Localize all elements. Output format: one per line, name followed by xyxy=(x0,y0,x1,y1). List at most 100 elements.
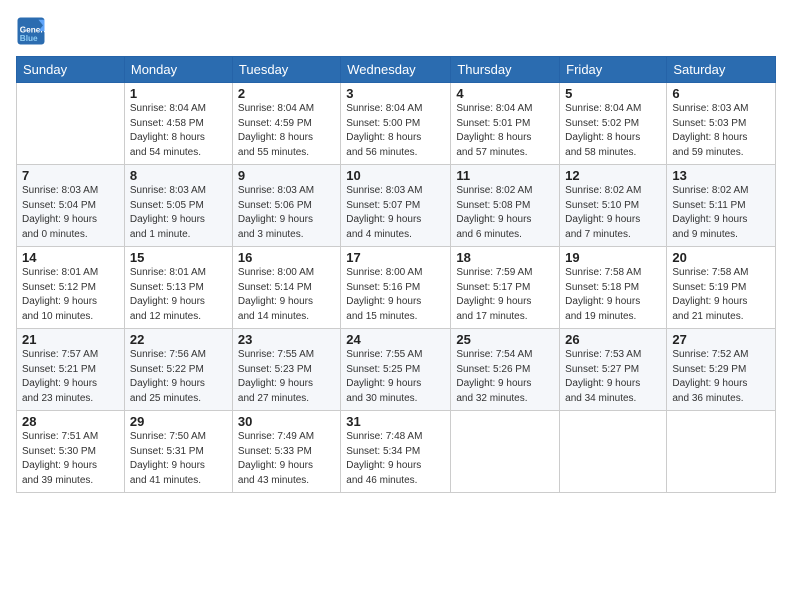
calendar-cell: 5Sunrise: 8:04 AMSunset: 5:02 PMDaylight… xyxy=(560,83,667,165)
day-info: Sunrise: 7:58 AMSunset: 5:19 PMDaylight:… xyxy=(672,266,770,324)
calendar-week-4: 21Sunrise: 7:57 AMSunset: 5:21 PMDayligh… xyxy=(17,329,776,411)
calendar-cell: 21Sunrise: 7:57 AMSunset: 5:21 PMDayligh… xyxy=(17,329,125,411)
calendar-cell: 8Sunrise: 8:03 AMSunset: 5:05 PMDaylight… xyxy=(124,165,232,247)
day-info: Sunrise: 7:52 AMSunset: 5:29 PMDaylight:… xyxy=(672,348,770,406)
calendar-cell: 9Sunrise: 8:03 AMSunset: 5:06 PMDaylight… xyxy=(232,165,340,247)
day-number: 8 xyxy=(130,168,227,183)
day-info: Sunrise: 8:00 AMSunset: 5:16 PMDaylight:… xyxy=(346,266,445,324)
calendar-cell: 31Sunrise: 7:48 AMSunset: 5:34 PMDayligh… xyxy=(341,411,451,493)
page: General Blue SundayMondayTuesdayWednesda… xyxy=(0,0,792,612)
day-number: 26 xyxy=(565,332,661,347)
calendar-cell: 1Sunrise: 8:04 AMSunset: 4:58 PMDaylight… xyxy=(124,83,232,165)
day-number: 12 xyxy=(565,168,661,183)
day-number: 15 xyxy=(130,250,227,265)
calendar-week-1: 1Sunrise: 8:04 AMSunset: 4:58 PMDaylight… xyxy=(17,83,776,165)
calendar-cell: 25Sunrise: 7:54 AMSunset: 5:26 PMDayligh… xyxy=(451,329,560,411)
calendar-cell xyxy=(667,411,776,493)
calendar-cell: 20Sunrise: 7:58 AMSunset: 5:19 PMDayligh… xyxy=(667,247,776,329)
column-header-thursday: Thursday xyxy=(451,57,560,83)
column-header-sunday: Sunday xyxy=(17,57,125,83)
calendar-cell: 24Sunrise: 7:55 AMSunset: 5:25 PMDayligh… xyxy=(341,329,451,411)
day-number: 3 xyxy=(346,86,445,101)
calendar-cell: 15Sunrise: 8:01 AMSunset: 5:13 PMDayligh… xyxy=(124,247,232,329)
day-number: 19 xyxy=(565,250,661,265)
day-number: 1 xyxy=(130,86,227,101)
header: General Blue xyxy=(16,16,776,46)
day-number: 7 xyxy=(22,168,119,183)
day-number: 10 xyxy=(346,168,445,183)
day-info: Sunrise: 8:01 AMSunset: 5:13 PMDaylight:… xyxy=(130,266,227,324)
calendar-cell: 14Sunrise: 8:01 AMSunset: 5:12 PMDayligh… xyxy=(17,247,125,329)
calendar-cell: 10Sunrise: 8:03 AMSunset: 5:07 PMDayligh… xyxy=(341,165,451,247)
day-info: Sunrise: 8:03 AMSunset: 5:06 PMDaylight:… xyxy=(238,184,335,242)
calendar-cell: 22Sunrise: 7:56 AMSunset: 5:22 PMDayligh… xyxy=(124,329,232,411)
day-number: 14 xyxy=(22,250,119,265)
day-info: Sunrise: 8:03 AMSunset: 5:05 PMDaylight:… xyxy=(130,184,227,242)
calendar-cell xyxy=(17,83,125,165)
day-info: Sunrise: 7:59 AMSunset: 5:17 PMDaylight:… xyxy=(456,266,554,324)
column-header-monday: Monday xyxy=(124,57,232,83)
day-info: Sunrise: 8:02 AMSunset: 5:10 PMDaylight:… xyxy=(565,184,661,242)
day-number: 6 xyxy=(672,86,770,101)
day-number: 25 xyxy=(456,332,554,347)
day-number: 2 xyxy=(238,86,335,101)
day-number: 30 xyxy=(238,414,335,429)
calendar-cell xyxy=(451,411,560,493)
calendar-cell: 23Sunrise: 7:55 AMSunset: 5:23 PMDayligh… xyxy=(232,329,340,411)
day-info: Sunrise: 8:04 AMSunset: 4:58 PMDaylight:… xyxy=(130,102,227,160)
column-header-wednesday: Wednesday xyxy=(341,57,451,83)
calendar-cell: 11Sunrise: 8:02 AMSunset: 5:08 PMDayligh… xyxy=(451,165,560,247)
day-info: Sunrise: 8:04 AMSunset: 4:59 PMDaylight:… xyxy=(238,102,335,160)
calendar-cell: 17Sunrise: 8:00 AMSunset: 5:16 PMDayligh… xyxy=(341,247,451,329)
day-number: 17 xyxy=(346,250,445,265)
day-info: Sunrise: 8:03 AMSunset: 5:03 PMDaylight:… xyxy=(672,102,770,160)
calendar-cell: 13Sunrise: 8:02 AMSunset: 5:11 PMDayligh… xyxy=(667,165,776,247)
day-info: Sunrise: 7:58 AMSunset: 5:18 PMDaylight:… xyxy=(565,266,661,324)
day-number: 16 xyxy=(238,250,335,265)
day-info: Sunrise: 7:56 AMSunset: 5:22 PMDaylight:… xyxy=(130,348,227,406)
day-info: Sunrise: 7:57 AMSunset: 5:21 PMDaylight:… xyxy=(22,348,119,406)
day-info: Sunrise: 8:00 AMSunset: 5:14 PMDaylight:… xyxy=(238,266,335,324)
day-info: Sunrise: 7:49 AMSunset: 5:33 PMDaylight:… xyxy=(238,430,335,488)
day-number: 18 xyxy=(456,250,554,265)
day-number: 21 xyxy=(22,332,119,347)
calendar-cell: 6Sunrise: 8:03 AMSunset: 5:03 PMDaylight… xyxy=(667,83,776,165)
day-number: 5 xyxy=(565,86,661,101)
calendar-cell: 7Sunrise: 8:03 AMSunset: 5:04 PMDaylight… xyxy=(17,165,125,247)
day-number: 22 xyxy=(130,332,227,347)
calendar-cell: 30Sunrise: 7:49 AMSunset: 5:33 PMDayligh… xyxy=(232,411,340,493)
day-info: Sunrise: 7:48 AMSunset: 5:34 PMDaylight:… xyxy=(346,430,445,488)
logo: General Blue xyxy=(16,16,50,46)
day-number: 27 xyxy=(672,332,770,347)
calendar-cell: 3Sunrise: 8:04 AMSunset: 5:00 PMDaylight… xyxy=(341,83,451,165)
calendar-cell: 26Sunrise: 7:53 AMSunset: 5:27 PMDayligh… xyxy=(560,329,667,411)
day-info: Sunrise: 7:54 AMSunset: 5:26 PMDaylight:… xyxy=(456,348,554,406)
day-info: Sunrise: 8:04 AMSunset: 5:00 PMDaylight:… xyxy=(346,102,445,160)
calendar-cell: 29Sunrise: 7:50 AMSunset: 5:31 PMDayligh… xyxy=(124,411,232,493)
calendar-week-5: 28Sunrise: 7:51 AMSunset: 5:30 PMDayligh… xyxy=(17,411,776,493)
day-number: 13 xyxy=(672,168,770,183)
calendar-cell xyxy=(560,411,667,493)
calendar-cell: 18Sunrise: 7:59 AMSunset: 5:17 PMDayligh… xyxy=(451,247,560,329)
calendar-cell: 28Sunrise: 7:51 AMSunset: 5:30 PMDayligh… xyxy=(17,411,125,493)
calendar-header-row: SundayMondayTuesdayWednesdayThursdayFrid… xyxy=(17,57,776,83)
day-info: Sunrise: 8:04 AMSunset: 5:01 PMDaylight:… xyxy=(456,102,554,160)
calendar-cell: 16Sunrise: 8:00 AMSunset: 5:14 PMDayligh… xyxy=(232,247,340,329)
column-header-saturday: Saturday xyxy=(667,57,776,83)
day-number: 31 xyxy=(346,414,445,429)
day-info: Sunrise: 8:01 AMSunset: 5:12 PMDaylight:… xyxy=(22,266,119,324)
day-number: 23 xyxy=(238,332,335,347)
day-number: 9 xyxy=(238,168,335,183)
svg-text:Blue: Blue xyxy=(20,34,38,43)
day-number: 20 xyxy=(672,250,770,265)
calendar-cell: 4Sunrise: 8:04 AMSunset: 5:01 PMDaylight… xyxy=(451,83,560,165)
calendar-table: SundayMondayTuesdayWednesdayThursdayFrid… xyxy=(16,56,776,493)
day-number: 11 xyxy=(456,168,554,183)
day-info: Sunrise: 7:55 AMSunset: 5:25 PMDaylight:… xyxy=(346,348,445,406)
day-info: Sunrise: 8:04 AMSunset: 5:02 PMDaylight:… xyxy=(565,102,661,160)
calendar-cell: 27Sunrise: 7:52 AMSunset: 5:29 PMDayligh… xyxy=(667,329,776,411)
day-info: Sunrise: 8:03 AMSunset: 5:07 PMDaylight:… xyxy=(346,184,445,242)
day-info: Sunrise: 8:02 AMSunset: 5:11 PMDaylight:… xyxy=(672,184,770,242)
logo-icon: General Blue xyxy=(16,16,46,46)
calendar-cell: 12Sunrise: 8:02 AMSunset: 5:10 PMDayligh… xyxy=(560,165,667,247)
